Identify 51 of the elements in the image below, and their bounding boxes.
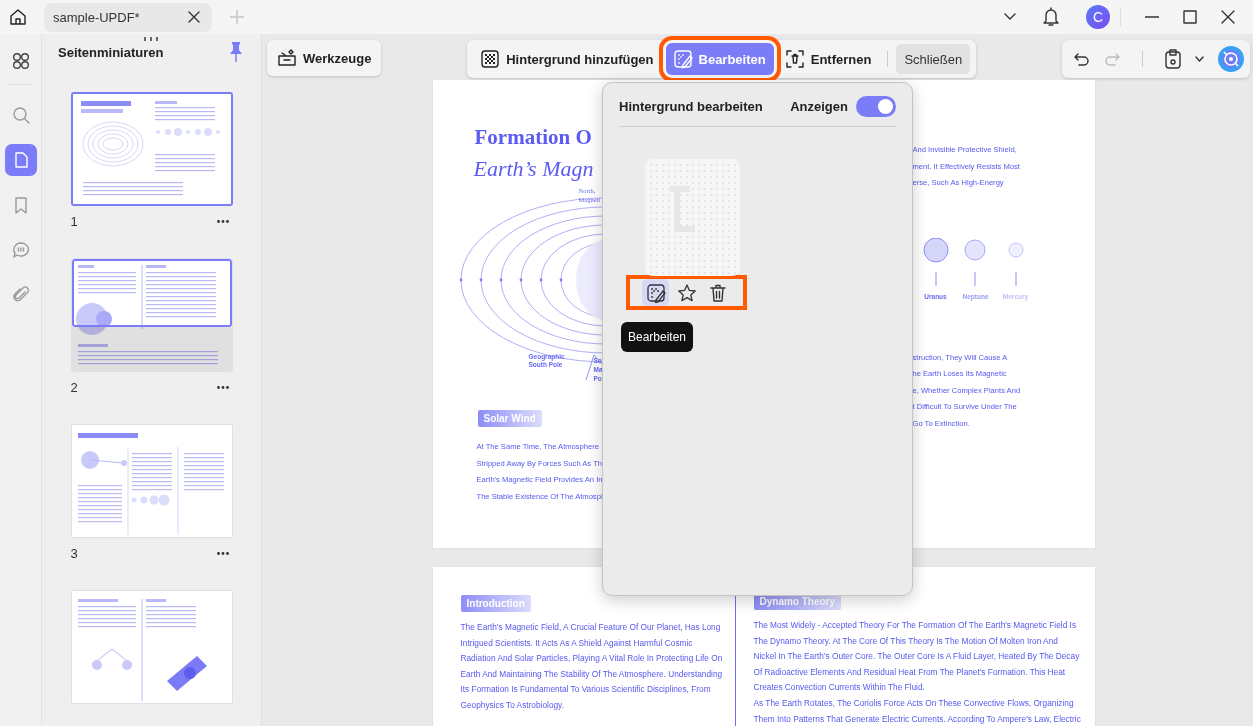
maximize-icon[interactable] <box>1183 10 1197 24</box>
rail-button[interactable] <box>4 144 37 176</box>
more-icon[interactable] <box>216 385 229 389</box>
avatar[interactable]: C <box>1086 5 1110 29</box>
close-button[interactable]: Schließen <box>896 44 971 74</box>
document-tab[interactable]: sample-UPDF* <box>44 2 212 32</box>
edit-icon <box>645 282 666 303</box>
chevron-down-icon[interactable] <box>1004 13 1016 21</box>
star-icon <box>676 282 697 303</box>
more-icon[interactable] <box>216 551 229 555</box>
paragraph: As The Earth Rotates, The Coriolis Force Acts On These Convective Flows, Organizing Them Into Patterns That Generate Electric Currents. According To Ampere's Law, Electric <box>753 696 1082 726</box>
close-icon[interactable] <box>188 11 200 23</box>
save-icon[interactable] <box>1165 49 1181 69</box>
toolbox-icon <box>277 48 297 68</box>
trash-icon <box>707 282 728 303</box>
more-icon[interactable] <box>216 219 229 223</box>
panel-title: Seitenminiaturen <box>58 44 164 60</box>
section-heading: Introduction <box>460 595 531 612</box>
tools-button[interactable]: Werkzeuge <box>267 40 382 76</box>
toggle-switch[interactable] <box>856 96 896 117</box>
comment-icon <box>11 241 30 259</box>
assistant-icon[interactable] <box>1218 46 1244 72</box>
section-heading: Solar Wind <box>477 410 542 427</box>
drag-handle-icon[interactable] <box>144 37 158 41</box>
paragraph: The Most Widely - Accepted Theory For The Formation Of The Earth's Magnetic Field Is The Dynamo Theory. At The Core Of This Theory Is The Motion Of Molten Iron And Nickel In The Earth's Outer Core. The Outer Core Is A Fluid Layer, Heated By The Decay Of Radioactive Elements And Residual Heat From The Planet's Formation. This Heat Creates Convection Currents Within The Fluid. <box>753 619 1081 695</box>
paperclip-icon <box>11 286 30 304</box>
toggle-label: Anzeigen <box>790 99 848 114</box>
page-number: 1 <box>70 213 78 229</box>
grid-icon <box>11 52 30 70</box>
undo-icon[interactable] <box>1074 52 1090 66</box>
edit-background-icon <box>673 49 693 69</box>
close-icon[interactable] <box>1221 10 1235 24</box>
search-icon <box>11 106 30 124</box>
remove-background-icon <box>785 49 805 69</box>
popup-title: Hintergrund bearbeiten <box>619 99 763 114</box>
checkerboard-icon <box>481 49 501 69</box>
paragraph: The Earth's Magnetic Field, A Crucial Feature Of Our Planet, Has Long Intrigued Scientists. It Acts As A Shield Against Harmful Cosmic Radiation And Solar Particles, Playing A Vital Role In Protecting Life On Earth And Maintaining The Stability Of The Atmosphere. Understanding Its Formation Is Fundamental To Various Scientific Disciplines, From Geophysics To Astrobiology. <box>460 621 723 712</box>
chevron-down-icon[interactable] <box>1195 56 1204 62</box>
page-thumbnail[interactable] <box>70 92 233 206</box>
pin-icon[interactable] <box>229 42 243 62</box>
tab-label: sample-UPDF* <box>53 9 140 25</box>
page-title: Formation O <box>474 124 593 151</box>
toolbar-button[interactable]: Hintergrund hinzufügen <box>473 41 662 77</box>
page-number: 3 <box>70 545 78 561</box>
page-subtitle: Earth’s Magn <box>473 155 595 183</box>
page-number: 2 <box>70 379 78 395</box>
home-icon[interactable] <box>8 7 28 27</box>
action-button[interactable] <box>642 279 669 306</box>
bell-icon[interactable] <box>1042 7 1060 27</box>
toolbar-button[interactable]: Entfernen <box>777 41 880 77</box>
tooltip: Bearbeiten <box>621 322 694 352</box>
